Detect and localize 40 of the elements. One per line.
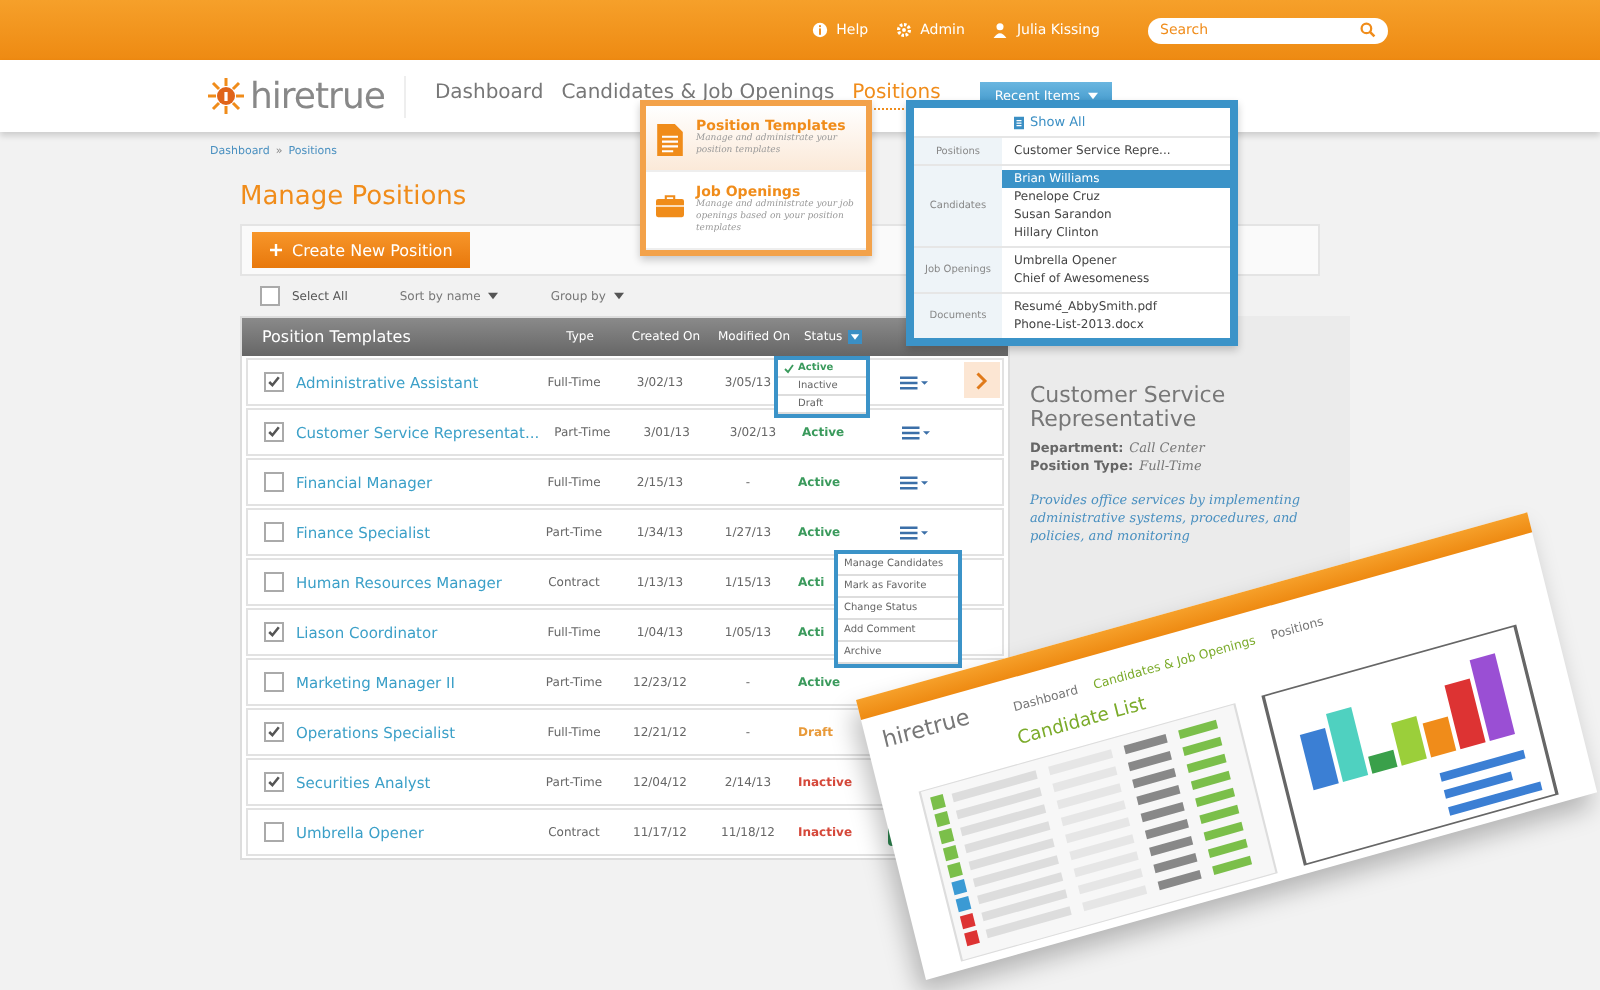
row-checkbox[interactable]	[264, 422, 284, 442]
row-checkbox[interactable]	[264, 822, 284, 842]
plus-icon	[270, 244, 282, 256]
menu-icon[interactable]	[900, 375, 928, 389]
logo-icon	[206, 76, 246, 116]
row-checkbox[interactable]	[264, 622, 284, 642]
nav-tab[interactable]: Dashboard	[434, 82, 544, 110]
document-icon	[1014, 115, 1024, 129]
row-checkbox[interactable]	[264, 722, 284, 742]
document-icon	[656, 124, 684, 156]
briefcase-icon	[656, 190, 684, 222]
menu-icon[interactable]	[900, 525, 928, 539]
check-icon	[784, 363, 794, 373]
select-all-checkbox[interactable]	[260, 286, 280, 306]
row-checkbox[interactable]	[264, 672, 284, 692]
chart-bar	[1448, 781, 1543, 816]
row-checkbox[interactable]	[264, 472, 284, 492]
menu-icon[interactable]	[901, 425, 930, 439]
chevron-icon	[976, 371, 988, 389]
page-title: Manage Positions	[240, 182, 467, 212]
info-icon	[812, 22, 829, 38]
chart-bar	[1469, 653, 1515, 741]
row-checkbox[interactable]	[264, 522, 284, 542]
table-title: Position Templates	[262, 328, 413, 346]
row-checkbox[interactable]	[264, 772, 284, 792]
search-icon	[1360, 22, 1376, 38]
user-icon	[992, 22, 1009, 38]
chart-bar	[1299, 728, 1339, 791]
row-checkbox[interactable]	[264, 372, 284, 392]
caret-icon	[613, 292, 624, 300]
chart-bar	[1443, 771, 1514, 799]
create-position-button[interactable]: Create New Position	[252, 232, 471, 268]
caret-icon	[488, 292, 499, 300]
filter-icon[interactable]	[848, 330, 863, 344]
logo-text: hiretrue	[250, 75, 385, 117]
menu-icon[interactable]	[900, 475, 928, 489]
logo-text: hiretrue	[879, 703, 973, 754]
detail-title: Customer Service Representative	[1030, 384, 1228, 432]
row-checkbox[interactable]	[264, 572, 284, 592]
gear-icon	[896, 22, 913, 38]
